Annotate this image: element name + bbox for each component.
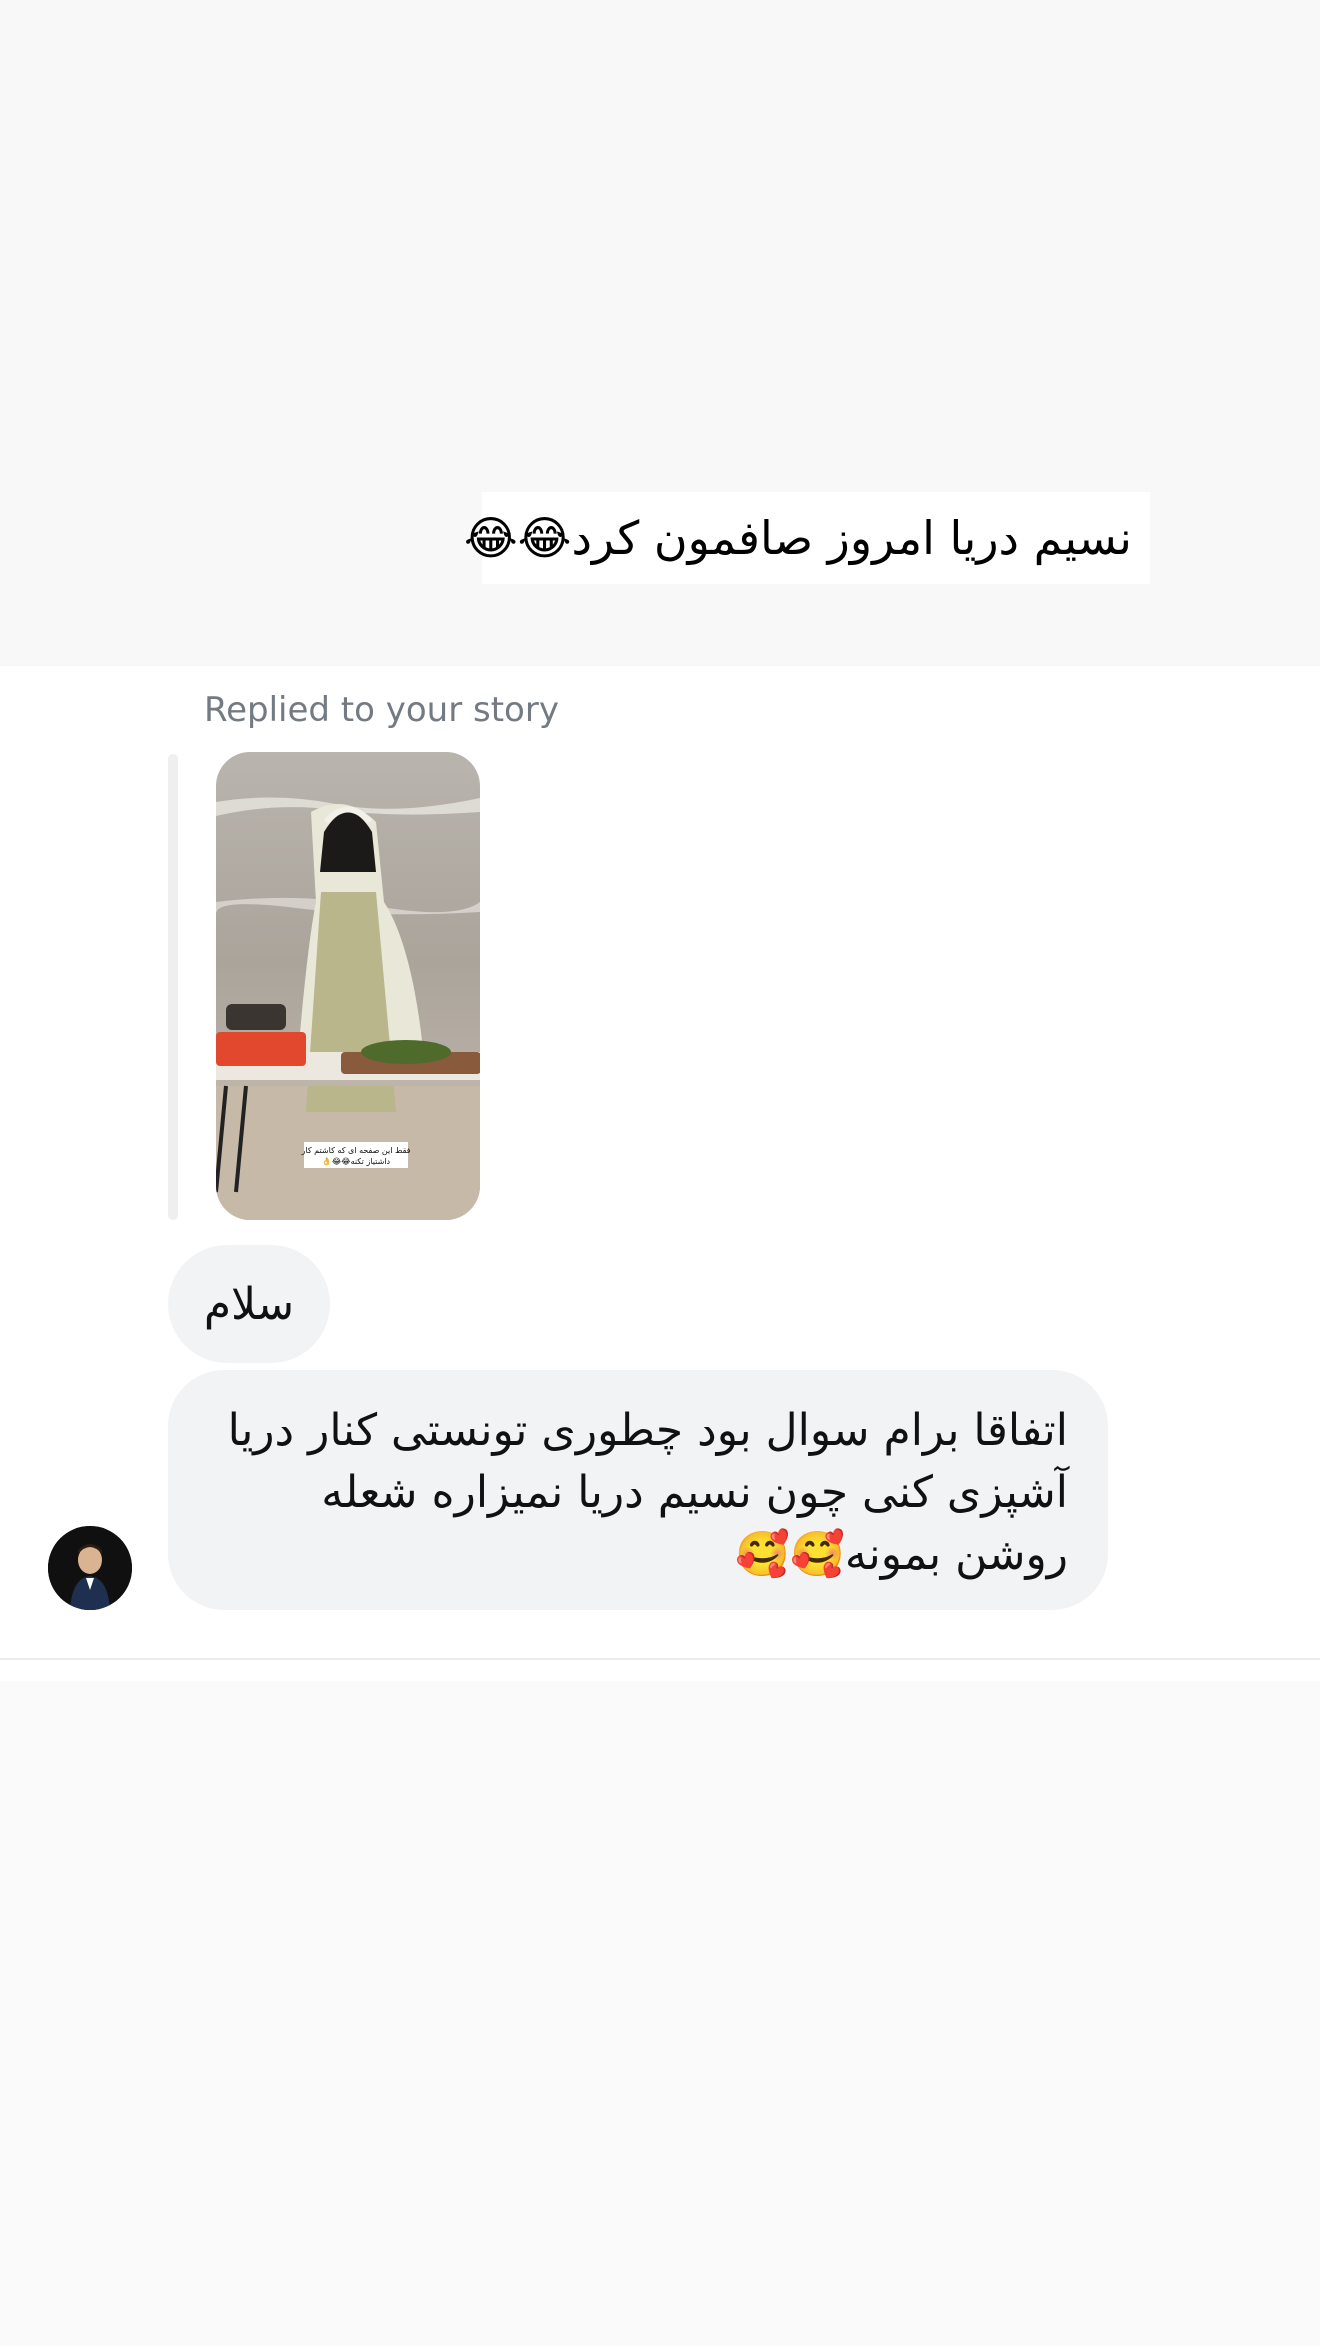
thread-divider [0,1658,1320,1660]
message-bubble[interactable]: سلام [168,1245,330,1363]
story-image: فقط این صفحه ای که کاشتم کار داشتیاز تکن… [216,752,480,1220]
story-overlay-line1: فقط این صفحه ای که کاشتم کار [301,1146,411,1155]
story-caption-text: نسیم دریا امروز صافمون کرد😂😂 [463,511,1132,565]
story-overlay-line2: داشتیاز تکنه😂😂👌 [322,1157,391,1166]
story-thumbnail[interactable]: فقط این صفحه ای که کاشتم کار داشتیاز تکن… [216,752,480,1220]
screen: نسیم دریا امروز صافمون کرد😂😂 Replied to … [0,0,1320,2346]
sender-avatar[interactable] [48,1526,132,1610]
avatar-photo [48,1526,132,1610]
story-preview-area: نسیم دریا امروز صافمون کرد😂😂 [0,0,1320,666]
message-text: اتفاقا برام سوال بود چطوری تونستی کنار د… [227,1405,1068,1580]
chat-thread: Replied to your story فقط این صفحه ای که… [0,666,1320,1681]
reply-quote-bar [168,754,178,1220]
story-caption-box: نسیم دریا امروز صافمون کرد😂😂 [464,492,1150,584]
empty-area [0,1681,1320,2346]
reply-label: Replied to your story [204,690,559,730]
message-text: سلام [203,1278,295,1330]
message-bubble[interactable]: اتفاقا برام سوال بود چطوری تونستی کنار د… [168,1370,1108,1610]
